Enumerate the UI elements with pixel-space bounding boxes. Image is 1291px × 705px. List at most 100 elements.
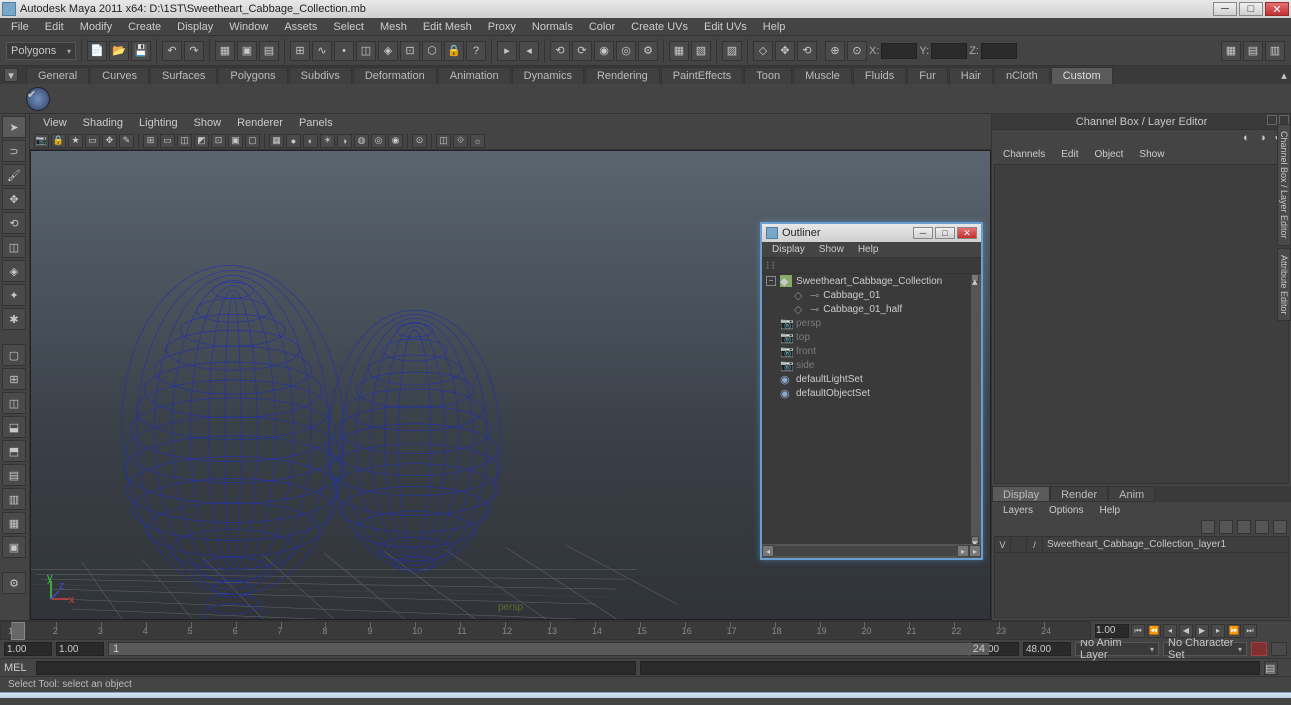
scale-tool-icon[interactable]: ◫ — [2, 236, 26, 258]
outliner-minimize-button[interactable]: ─ — [913, 227, 933, 239]
menu-edit-mesh[interactable]: Edit Mesh — [416, 18, 479, 36]
universal-manip-tool-icon[interactable]: ◈ — [2, 260, 26, 282]
vp-image-plane-icon[interactable]: ▭ — [85, 134, 100, 148]
shelf-tab-curves[interactable]: Curves — [90, 67, 149, 84]
shelf-tab-rendering[interactable]: Rendering — [585, 67, 660, 84]
layer-name[interactable]: Sweetheart_Cabbage_Collection_layer1 — [1043, 539, 1226, 550]
lasso-tool-icon[interactable]: ⊃ — [2, 140, 26, 162]
tree-cam-3[interactable]: side — [796, 360, 814, 371]
z-input[interactable] — [981, 43, 1017, 59]
channel-icon-a[interactable]: ◐ — [1243, 132, 1255, 144]
outliner-menu-help[interactable]: Help — [852, 244, 885, 255]
close-button[interactable]: ✕ — [1265, 2, 1289, 16]
vp-select-camera-icon[interactable]: 📷 — [34, 134, 49, 148]
range-handle[interactable]: 124 — [109, 643, 989, 655]
tree-cam-2[interactable]: front — [796, 346, 816, 357]
anim-layer-dropdown[interactable]: No Anim Layer — [1075, 642, 1159, 656]
outliner-menu-show[interactable]: Show — [813, 244, 850, 255]
channel-menu-channels[interactable]: Channels — [996, 149, 1052, 160]
tree-set-0[interactable]: defaultLightSet — [796, 374, 863, 385]
relative-icon[interactable]: ⊙ — [847, 41, 867, 61]
vp-grid-icon[interactable]: ⊞ — [143, 134, 158, 148]
render-settings-icon[interactable]: ⚙ — [638, 41, 658, 61]
layer-visible-cell[interactable]: V — [995, 538, 1011, 552]
scroll-right-a-icon[interactable]: ▸ — [957, 545, 969, 557]
menu-create-uvs[interactable]: Create UVs — [624, 18, 695, 36]
y-input[interactable] — [931, 43, 967, 59]
sidebar-toggle-a-icon[interactable]: ▦ — [1221, 41, 1241, 61]
new-scene-icon[interactable]: 📄 — [87, 41, 107, 61]
shelf-tab-surfaces[interactable]: Surfaces — [150, 67, 217, 84]
undo-icon[interactable]: ↶ — [162, 41, 182, 61]
shelf-tab-toon[interactable]: Toon — [744, 67, 792, 84]
menu-display[interactable]: Display — [170, 18, 220, 36]
menu-edit-uvs[interactable]: Edit UVs — [697, 18, 754, 36]
x-input[interactable] — [881, 43, 917, 59]
expand-icon[interactable]: − — [766, 276, 776, 286]
menu-help[interactable]: Help — [756, 18, 793, 36]
step-back-key-icon[interactable]: ⏪ — [1147, 624, 1161, 638]
layer-icon-e[interactable] — [1273, 520, 1287, 534]
layer-menu-help[interactable]: Help — [1092, 505, 1127, 516]
axis-move-icon[interactable]: ✥ — [775, 41, 795, 61]
tree-set-1[interactable]: defaultObjectSet — [796, 388, 870, 399]
layer-type-cell[interactable] — [1011, 538, 1027, 552]
shelf-tab-subdivs[interactable]: Subdivs — [289, 67, 352, 84]
construction-history-icon[interactable]: ⟲ — [550, 41, 570, 61]
single-pane-icon[interactable]: ▢ — [2, 344, 26, 366]
tool-settings-icon[interactable]: ⚙ — [2, 572, 26, 594]
vp-menu-panels[interactable]: Panels — [292, 117, 340, 129]
play-back-icon[interactable]: ◀ — [1179, 624, 1193, 638]
shelf-tab-general[interactable]: General — [26, 67, 89, 84]
outliner-hscroll[interactable]: ◂ ▸ ▸ — [762, 544, 981, 558]
step-back-icon[interactable]: ◂ — [1163, 624, 1177, 638]
outliner-menu-display[interactable]: Display — [766, 244, 811, 255]
absolute-icon[interactable]: ⊕ — [825, 41, 845, 61]
menu-window[interactable]: Window — [222, 18, 275, 36]
move-tool-icon[interactable]: ✥ — [2, 188, 26, 210]
snap-live-icon[interactable]: ◈ — [378, 41, 398, 61]
tree-root[interactable]: Sweetheart_Cabbage_Collection — [796, 276, 942, 287]
layer-icon-d[interactable] — [1255, 520, 1269, 534]
shelf-tab-fluids[interactable]: Fluids — [853, 67, 906, 84]
layer-row[interactable]: V / Sweetheart_Cabbage_Collection_layer1 — [995, 537, 1288, 553]
vp-lock-camera-icon[interactable]: 🔒 — [51, 134, 66, 148]
tree-child-1[interactable]: Cabbage_01_half — [823, 304, 902, 315]
scroll-left-icon[interactable]: ◂ — [762, 545, 774, 557]
shelf-tab-ncloth[interactable]: nCloth — [994, 67, 1050, 84]
graph-persp-icon[interactable]: ▦ — [2, 512, 26, 534]
vp-menu-show[interactable]: Show — [187, 117, 229, 129]
step-forward-icon[interactable]: ▸ — [1211, 624, 1225, 638]
vp-shaded-icon[interactable]: ● — [286, 134, 301, 148]
shelf-menu-icon[interactable]: ▾ — [4, 68, 18, 82]
select-by-object-icon[interactable]: ▣ — [237, 41, 257, 61]
layer-tab-anim[interactable]: Anim — [1108, 486, 1155, 502]
play-forward-icon[interactable]: ▶ — [1195, 624, 1209, 638]
range-start-input[interactable] — [4, 642, 52, 656]
vp-exposure-icon[interactable]: ☼ — [470, 134, 485, 148]
scroll-right-b-icon[interactable]: ▸ — [969, 545, 981, 557]
sidebar-toggle-c-icon[interactable]: ▥ — [1265, 41, 1285, 61]
vp-xray-icon[interactable]: ◫ — [436, 134, 451, 148]
two-panes-h-icon[interactable]: ⬓ — [2, 416, 26, 438]
vp-safe-title-icon[interactable]: ▢ — [245, 134, 260, 148]
transform-btn-b-icon[interactable]: ▧ — [691, 41, 711, 61]
custom-layout-icon[interactable]: ▣ — [2, 536, 26, 558]
tree-cam-1[interactable]: top — [796, 332, 810, 343]
vp-menu-shading[interactable]: Shading — [76, 117, 130, 129]
shelf-tab-hair[interactable]: Hair — [949, 67, 993, 84]
shelf-collapse-icon[interactable]: ▴ — [1277, 68, 1291, 82]
two-panes-v-icon[interactable]: ◫ — [2, 392, 26, 414]
axis-rotate-icon[interactable]: ⟲ — [797, 41, 817, 61]
menu-proxy[interactable]: Proxy — [481, 18, 523, 36]
select-by-hierarchy-icon[interactable]: ▦ — [215, 41, 235, 61]
shelf-tab-dynamics[interactable]: Dynamics — [512, 67, 584, 84]
vp-resolution-gate-icon[interactable]: ◫ — [177, 134, 192, 148]
vp-shadows-icon[interactable]: ◑ — [337, 134, 352, 148]
tree-cam-0[interactable]: persp — [796, 318, 821, 329]
toggle-history-icon[interactable]: ⟳ — [572, 41, 592, 61]
show-manip-tool-icon[interactable]: ✱ — [2, 308, 26, 330]
menu-mesh[interactable]: Mesh — [373, 18, 414, 36]
vp-xray-joints-icon[interactable]: ⟐ — [453, 134, 468, 148]
vp-gate-mask-icon[interactable]: ◩ — [194, 134, 209, 148]
